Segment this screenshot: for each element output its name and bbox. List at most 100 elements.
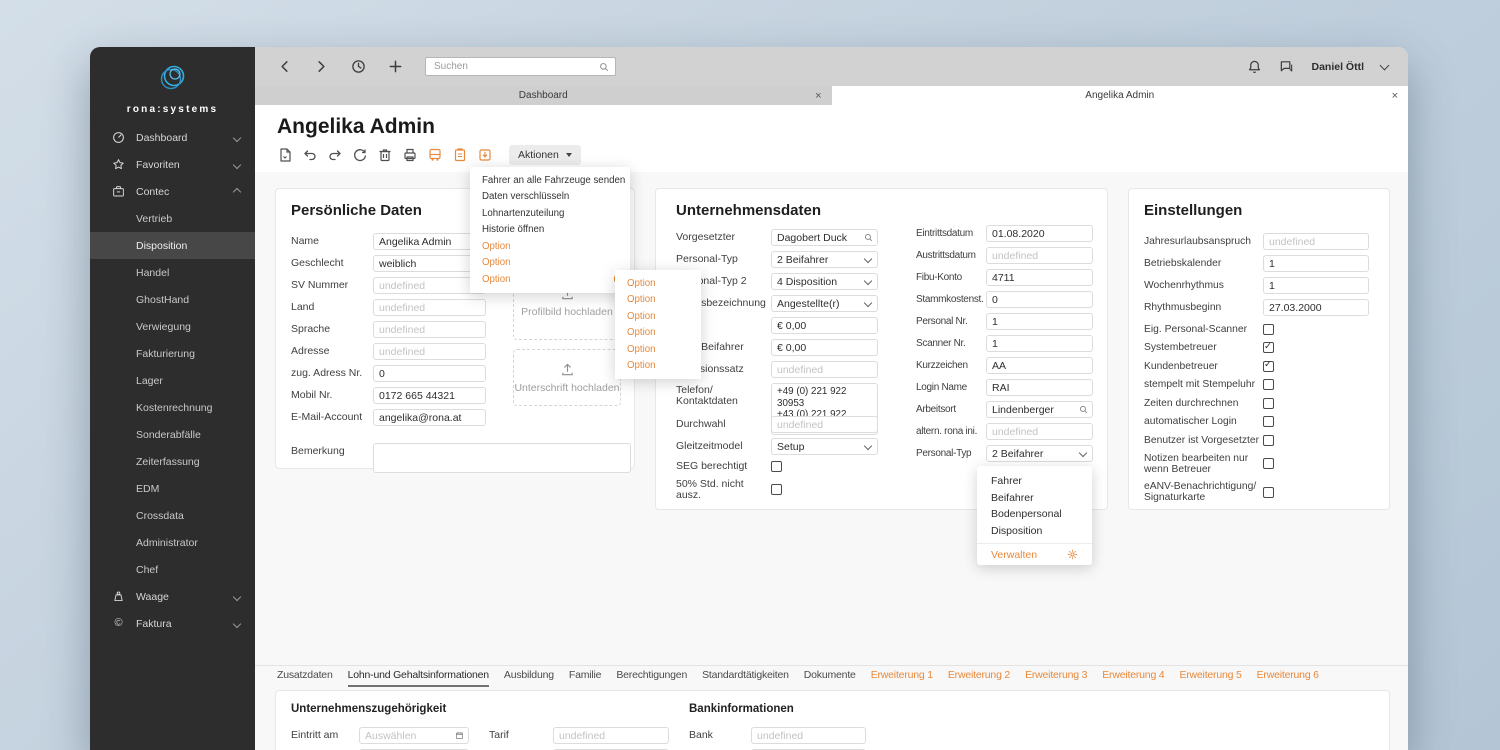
notizen-bearbeiten-checkbox[interactable]: [1263, 458, 1274, 469]
import-box-icon[interactable]: [477, 147, 493, 163]
bell-icon[interactable]: [1247, 59, 1262, 74]
print-icon[interactable]: [402, 147, 418, 163]
austrittsdatum-field[interactable]: [986, 247, 1093, 264]
rhythmusbeginn-field[interactable]: [1263, 299, 1369, 316]
option-verwalten[interactable]: Verwalten: [977, 543, 1092, 565]
sidebar-item-verwiegung[interactable]: Verwiegung: [90, 313, 255, 340]
vorgesetzter-field[interactable]: [771, 229, 878, 246]
undo-icon[interactable]: [302, 147, 318, 163]
refresh-icon[interactable]: [352, 147, 368, 163]
search-input[interactable]: [432, 60, 595, 73]
arbeitsort-field[interactable]: [986, 401, 1093, 418]
history-clock-icon[interactable]: [351, 59, 366, 74]
systembetreuer-checkbox[interactable]: [1263, 341, 1274, 353]
automatischer-login-checkbox[interactable]: [1263, 416, 1274, 427]
tab-zusatzdaten[interactable]: Zusatzdaten: [277, 669, 333, 687]
menu-item-option-3[interactable]: Option: [470, 271, 630, 288]
save-document-icon[interactable]: [277, 147, 293, 163]
submenu-item-option-4[interactable]: Option: [615, 325, 701, 342]
option-beifahrer[interactable]: Beifahrer: [977, 490, 1092, 507]
provisionssatz-field[interactable]: [771, 361, 878, 378]
fibu-konto-field[interactable]: [986, 269, 1093, 286]
sidebar-item-ghosthand[interactable]: GhostHand: [90, 286, 255, 313]
jahresurlaub-field[interactable]: [1263, 233, 1369, 250]
menu-item-option-2[interactable]: Option: [470, 255, 630, 272]
sidebar-item-favoriten[interactable]: Favoriten: [90, 151, 255, 178]
tab-dashboard[interactable]: Dashboard ×: [255, 86, 832, 105]
stempeluhr-checkbox[interactable]: [1263, 379, 1274, 390]
submenu-item-option-2[interactable]: Option: [615, 292, 701, 309]
menu-item-historie-oeffnen[interactable]: Historie öffnen: [470, 222, 630, 239]
kurzzeichen-field[interactable]: [986, 357, 1093, 374]
durchwahl-field[interactable]: [771, 416, 878, 433]
sidebar-item-contec[interactable]: Contec: [90, 178, 255, 205]
menu-item-option-1[interactable]: Option: [470, 238, 630, 255]
benutzer-vorgesetzter-checkbox[interactable]: [1263, 434, 1274, 446]
sidebar-item-dashboard[interactable]: Dashboard: [90, 124, 255, 151]
sidebar-item-chef[interactable]: Chef: [90, 556, 255, 583]
adresse-field[interactable]: [373, 343, 486, 360]
tab-erweiterung-1[interactable]: Erweiterung 1: [871, 669, 933, 687]
bemerkung-textarea[interactable]: [373, 443, 631, 473]
berufsbezeichnung-select[interactable]: Angestellte(r): [771, 295, 878, 312]
gleitzeitmodel-select[interactable]: Setup: [771, 438, 878, 455]
50-std-checkbox[interactable]: [771, 484, 782, 495]
option-fahrer[interactable]: Fahrer: [977, 473, 1092, 490]
sidebar-item-vertrieb[interactable]: Vertrieb: [90, 205, 255, 232]
chat-icon[interactable]: [1279, 59, 1294, 74]
sidebar-item-lager[interactable]: Lager: [90, 367, 255, 394]
submenu-item-option-6[interactable]: Option: [615, 358, 701, 375]
new-tab-plus-icon[interactable]: [388, 59, 403, 74]
sidebar-item-kostenrechnung[interactable]: Kostenrechnung: [90, 394, 255, 421]
close-tab-icon[interactable]: ×: [1392, 90, 1398, 101]
tarif-field[interactable]: [553, 727, 669, 744]
stundensatz-field[interactable]: [771, 317, 878, 334]
delete-trash-icon[interactable]: [377, 147, 393, 163]
sidebar-item-edm[interactable]: EDM: [90, 475, 255, 502]
sidebar-item-sonderabfaelle[interactable]: Sonderabfälle: [90, 421, 255, 448]
user-name[interactable]: Daniel Öttl: [1311, 61, 1364, 73]
kundenbetreuer-checkbox[interactable]: [1263, 359, 1274, 372]
global-search[interactable]: [425, 57, 616, 76]
menu-item-lohnartenzuteilung[interactable]: Lohnartenzuteilung: [470, 205, 630, 222]
menu-item-fahrer-senden[interactable]: Fahrer an alle Fahrzeuge senden: [470, 172, 630, 189]
wochenrhythmus-field[interactable]: [1263, 277, 1369, 294]
sprache-field[interactable]: [373, 321, 486, 338]
personal-typ-select-open[interactable]: 2 Beifahrer: [986, 445, 1093, 462]
sidebar-item-zeiterfassung[interactable]: Zeiterfassung: [90, 448, 255, 475]
adress-nr-field[interactable]: [373, 365, 486, 382]
beifahrer-satz-field[interactable]: [771, 339, 878, 356]
eintritt-am-field[interactable]: [359, 727, 469, 744]
seg-berechtigt-checkbox[interactable]: [771, 460, 782, 472]
sidebar-item-fakturierung[interactable]: Fakturierung: [90, 340, 255, 367]
tab-erweiterung-5[interactable]: Erweiterung 5: [1179, 669, 1241, 687]
tab-angelika-admin[interactable]: Angelika Admin ×: [831, 86, 1408, 105]
email-field[interactable]: [373, 409, 486, 426]
submenu-item-option-1[interactable]: Option: [615, 275, 701, 292]
menu-item-daten-verschluesseln[interactable]: Daten verschlüsseln: [470, 189, 630, 206]
eintrittsdatum-field[interactable]: [986, 225, 1093, 242]
user-menu-chevron-icon[interactable]: [1379, 60, 1390, 70]
redo-icon[interactable]: [327, 147, 343, 163]
aktionen-button[interactable]: Aktionen: [509, 145, 581, 165]
stammkostenst-field[interactable]: [986, 291, 1093, 308]
eanv-benachrichtigung-checkbox[interactable]: [1263, 486, 1274, 498]
option-disposition[interactable]: Disposition: [977, 523, 1092, 540]
sidebar-item-faktura[interactable]: © Faktura: [90, 610, 255, 637]
mobil-nr-field[interactable]: [373, 387, 486, 404]
sidebar-item-disposition[interactable]: Disposition: [90, 232, 255, 259]
personal-typ-select[interactable]: 2 Beifahrer: [771, 251, 878, 268]
tab-erweiterung-6[interactable]: Erweiterung 6: [1257, 669, 1319, 687]
scanner-nr-field[interactable]: [986, 335, 1093, 352]
tab-erweiterung-2[interactable]: Erweiterung 2: [948, 669, 1010, 687]
tab-erweiterung-3[interactable]: Erweiterung 3: [1025, 669, 1087, 687]
close-tab-icon[interactable]: ×: [815, 90, 821, 101]
login-name-field[interactable]: [986, 379, 1093, 396]
eig-personal-scanner-checkbox[interactable]: [1263, 323, 1274, 335]
vehicle-icon[interactable]: [427, 147, 443, 163]
submenu-item-option-5[interactable]: Option: [615, 341, 701, 358]
back-icon[interactable]: [277, 59, 292, 74]
land-field[interactable]: [373, 299, 486, 316]
tab-berechtigungen[interactable]: Berechtigungen: [616, 669, 687, 687]
betriebskalender-field[interactable]: [1263, 255, 1369, 272]
